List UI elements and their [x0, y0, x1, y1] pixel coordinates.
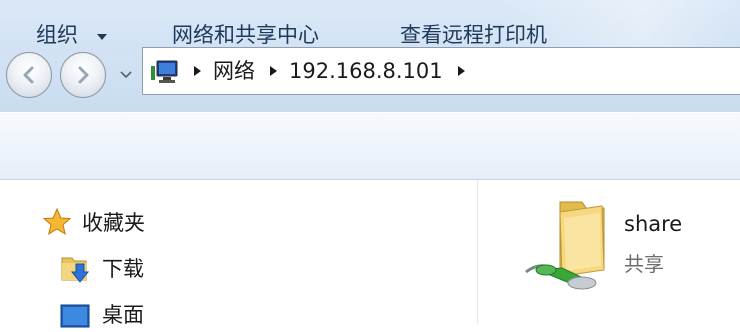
chevron-down-icon — [97, 34, 107, 40]
desktop-label: 桌面 — [102, 303, 144, 327]
back-button[interactable] — [6, 52, 52, 98]
desktop-icon — [60, 304, 90, 328]
breadcrumb-host[interactable]: 192.168.8.101 — [289, 47, 443, 95]
file-type: 共享 — [624, 252, 664, 276]
forward-icon — [78, 66, 89, 84]
forward-button[interactable] — [60, 52, 106, 98]
breadcrumb-separator-icon[interactable] — [191, 64, 203, 78]
network-computer-icon — [151, 60, 178, 83]
network-sharing-center-button[interactable]: 网络和共享中心 — [172, 20, 319, 50]
favorites-label: 收藏夹 — [82, 211, 145, 235]
breadcrumb-network[interactable]: 网络 — [213, 47, 255, 95]
organize-button[interactable]: 组织 — [36, 20, 78, 50]
shared-folder-icon[interactable] — [516, 196, 716, 306]
view-remote-printers-button[interactable]: 查看远程打印机 — [400, 20, 547, 50]
file-name[interactable]: share — [624, 212, 682, 236]
nav-item-favorites[interactable]: 收藏夹 — [42, 204, 145, 240]
back-icon — [23, 66, 34, 84]
downloads-label: 下载 — [102, 257, 144, 281]
breadcrumb-separator-icon[interactable] — [267, 64, 279, 78]
nav-item-downloads[interactable]: 下载 — [60, 250, 144, 286]
star-icon — [42, 207, 72, 236]
command-bar — [0, 112, 740, 180]
nav-item-desktop[interactable]: 桌面 — [60, 296, 144, 332]
recent-pages-dropdown[interactable] — [118, 66, 134, 82]
address-bar[interactable]: 网络 192.168.8.101 — [142, 47, 740, 95]
download-folder-icon — [61, 257, 90, 283]
breadcrumb-separator-icon[interactable] — [455, 64, 467, 78]
